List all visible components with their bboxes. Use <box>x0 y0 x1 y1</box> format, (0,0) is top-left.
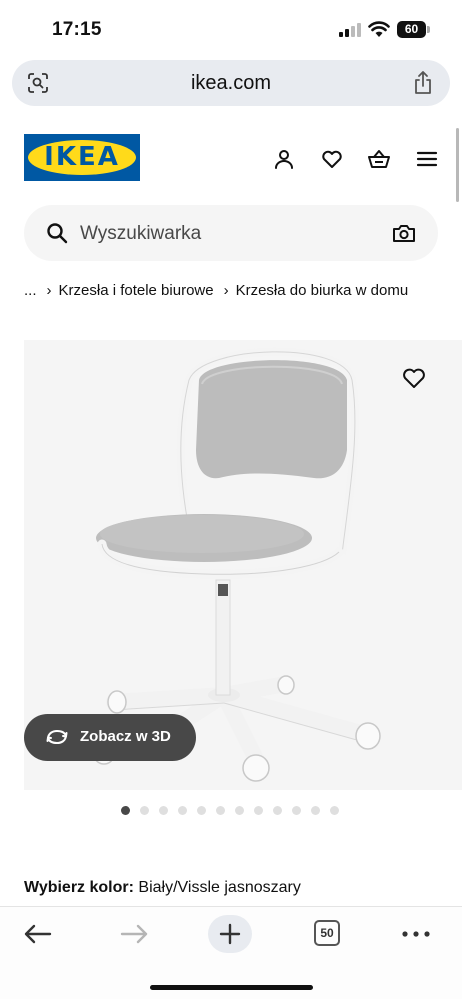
tab-count-button[interactable]: 50 <box>314 920 340 946</box>
carousel-dot[interactable] <box>330 806 339 815</box>
new-tab-button[interactable] <box>208 915 252 953</box>
carousel-dot[interactable] <box>254 806 263 815</box>
battery-level: 60 <box>397 21 426 38</box>
more-icon[interactable] <box>396 917 436 951</box>
color-selector[interactable]: Wybierz kolor: Biały/Vissle jasnoszary <box>24 879 301 897</box>
carousel-dot[interactable] <box>216 806 225 815</box>
logo-text: IKEA <box>44 142 120 172</box>
forward-arrow-icon[interactable] <box>114 917 154 951</box>
carousel-dot[interactable] <box>121 806 130 815</box>
menu-icon[interactable] <box>415 147 439 171</box>
color-value: Biały/Vissle jasnoszary <box>138 879 301 896</box>
carousel-dot[interactable] <box>235 806 244 815</box>
view-3d-label: Zobacz w 3D <box>80 728 171 745</box>
address-text[interactable]: ikea.com <box>12 72 450 95</box>
breadcrumb-ellipsis[interactable]: ... <box>24 282 37 299</box>
plus-icon <box>219 923 241 945</box>
search-icon <box>47 223 68 244</box>
breadcrumb-item[interactable]: Krzesła i fotele biurowe <box>59 282 214 299</box>
basket-icon[interactable] <box>367 147 391 171</box>
browser-toolbar: 50 <box>0 906 462 999</box>
share-icon[interactable] <box>412 70 434 96</box>
status-bar: 17:15 60 <box>0 0 462 58</box>
search-input[interactable]: Wyszukiwarka <box>24 205 438 261</box>
wifi-icon <box>368 21 390 37</box>
scroll-indicator <box>456 128 459 202</box>
breadcrumb-item[interactable]: Krzesła do biurka w domu <box>236 282 409 299</box>
favorite-heart-icon[interactable] <box>392 358 436 398</box>
address-bar[interactable]: ikea.com <box>12 60 450 106</box>
carousel-dot[interactable] <box>197 806 206 815</box>
carousel-dot[interactable] <box>292 806 301 815</box>
carousel-dot[interactable] <box>178 806 187 815</box>
chevron-right-icon: › <box>223 282 229 299</box>
battery-icon: 60 <box>397 21 430 38</box>
ikea-logo[interactable]: IKEA <box>24 134 140 181</box>
carousel-dot[interactable] <box>140 806 149 815</box>
view-3d-button[interactable]: Zobacz w 3D <box>24 714 196 761</box>
chevron-right-icon: › <box>46 282 52 299</box>
back-arrow-icon[interactable] <box>18 917 58 951</box>
search-placeholder: Wyszukiwarka <box>80 223 202 244</box>
home-indicator <box>150 985 313 990</box>
carousel-dot[interactable] <box>311 806 320 815</box>
color-label: Wybierz kolor: <box>24 879 134 896</box>
status-time: 17:15 <box>52 19 102 40</box>
signal-icon <box>339 23 363 37</box>
carousel-dot[interactable] <box>159 806 168 815</box>
site-header: IKEA <box>0 120 462 195</box>
carousel-dot[interactable] <box>273 806 282 815</box>
rotate-3d-icon <box>46 730 68 744</box>
camera-icon[interactable] <box>392 221 416 245</box>
breadcrumb: ... › Krzesła i fotele biurowe › Krzesła do … <box>24 282 408 299</box>
user-icon[interactable] <box>272 147 296 171</box>
heart-icon[interactable] <box>320 147 344 171</box>
